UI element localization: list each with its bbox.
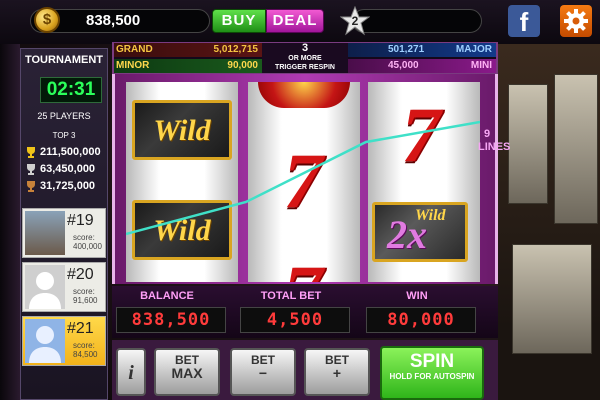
button-label: BET xyxy=(325,353,349,367)
settings-button[interactable] xyxy=(560,5,592,37)
trigger-text: OR MORE xyxy=(288,55,322,62)
bet-max-button[interactable]: BET MAX xyxy=(154,348,220,396)
avatar xyxy=(25,319,65,363)
minus-icon: − xyxy=(258,365,268,381)
info-icon: i xyxy=(128,362,134,384)
rank-number: #19 xyxy=(67,212,94,229)
buy-button[interactable]: BUY xyxy=(212,9,266,33)
autospin-hint: HOLD FOR AUTOSPIN xyxy=(389,372,475,381)
top-score: 31,725,000 xyxy=(40,180,96,192)
trigger-text: TRIGGER RESPIN xyxy=(275,64,335,71)
gear-icon xyxy=(564,9,588,33)
mini-jackpot: 45,000 MINI xyxy=(348,59,496,73)
jackpot-label: GRAND xyxy=(116,44,153,55)
level-progress-bar xyxy=(352,9,482,33)
major-jackpot: 501,271 MAJOR xyxy=(348,43,496,57)
top3-label: TOP 3 xyxy=(52,131,76,140)
facebook-icon[interactable]: f xyxy=(508,5,540,37)
tournament-title: TOURNAMENT xyxy=(24,54,103,66)
balance-label: BALANCE xyxy=(140,290,194,302)
grand-jackpot: GRAND 5,012,715 xyxy=(114,43,262,57)
button-label: BET xyxy=(251,353,275,367)
button-label: MAX xyxy=(171,365,203,381)
coin-balance: 838,500 xyxy=(86,12,141,29)
jackpot-value: 501,271 xyxy=(388,44,425,55)
tournament-timer: 02:31 xyxy=(40,77,102,103)
score-value: 91,600 xyxy=(73,296,98,305)
trigger-count: 3 xyxy=(301,42,309,54)
background-slot-machine xyxy=(554,74,598,224)
win-label: WIN xyxy=(406,290,428,302)
button-label: BET xyxy=(175,353,199,367)
left-edge xyxy=(0,44,20,400)
coin-icon: $ xyxy=(34,7,60,33)
top-score: 63,450,000 xyxy=(40,163,96,175)
lines-label: 9 LINES xyxy=(478,128,511,153)
jackpot-label: MAJOR xyxy=(455,44,492,55)
rank-number: #20 xyxy=(67,266,94,283)
silver-trophy-icon xyxy=(26,164,36,175)
spin-button[interactable]: SPIN HOLD FOR AUTOSPIN xyxy=(380,346,484,400)
background-slot-machine xyxy=(508,84,548,204)
score-label: score: xyxy=(73,233,95,242)
player-count: 25 PLAYERS xyxy=(37,111,91,121)
default-avatar-icon xyxy=(29,272,61,309)
payline xyxy=(126,120,480,236)
deal-button[interactable]: DEAL xyxy=(266,9,324,33)
avatar xyxy=(25,265,65,309)
background-slot-machine xyxy=(512,244,592,354)
balance-value: 838,500 xyxy=(116,307,226,333)
spin-label: SPIN xyxy=(409,351,455,372)
top-score: 211,500,000 xyxy=(40,146,101,158)
win-value: 80,000 xyxy=(366,307,476,333)
minor-jackpot: MINOR 90,000 xyxy=(114,59,262,73)
rank-card[interactable]: #19 score: 400,000 xyxy=(22,208,106,258)
total-bet-value: 4,500 xyxy=(240,307,350,333)
default-avatar-icon xyxy=(29,326,61,363)
level-number: 2 xyxy=(351,14,359,28)
rank-card[interactable]: #20 score: 91,600 xyxy=(22,262,106,312)
top-score-row: 63,450,000 xyxy=(24,162,108,177)
bronze-trophy-icon xyxy=(26,181,36,192)
respin-trigger-info: 3 OR MORE TRIGGER RESPIN xyxy=(262,43,348,73)
plus-icon: + xyxy=(332,365,342,381)
rank-number: #21 xyxy=(67,320,94,337)
bet-minus-button[interactable]: BET − xyxy=(230,348,296,396)
gold-trophy-icon xyxy=(26,147,36,158)
avatar xyxy=(25,211,65,255)
score-label: score: xyxy=(73,287,95,296)
jackpot-label: MINOR xyxy=(116,60,150,71)
jackpot-label: MINI xyxy=(470,60,492,71)
total-bet-label: TOTAL BET xyxy=(260,290,322,302)
bet-plus-button[interactable]: BET + xyxy=(304,348,370,396)
jackpot-value: 45,000 xyxy=(388,60,419,71)
info-button[interactable]: i xyxy=(116,348,146,396)
jackpot-value: 90,000 xyxy=(227,60,258,71)
casino-background xyxy=(498,44,600,400)
top-score-row: 31,725,000 xyxy=(24,179,108,194)
rank-card-current-player[interactable]: #21 score: 84,500 xyxy=(22,316,106,366)
top-score-row: 211,500,000 xyxy=(24,145,108,160)
score-value: 400,000 xyxy=(73,242,102,251)
jackpot-value: 5,012,715 xyxy=(213,44,259,55)
score-value: 84,500 xyxy=(73,350,98,359)
slot-game-screen: $ 838,500 BUY DEAL 2 f TOURNAMENT 02:31 … xyxy=(0,0,600,400)
score-label: score: xyxy=(73,341,95,350)
